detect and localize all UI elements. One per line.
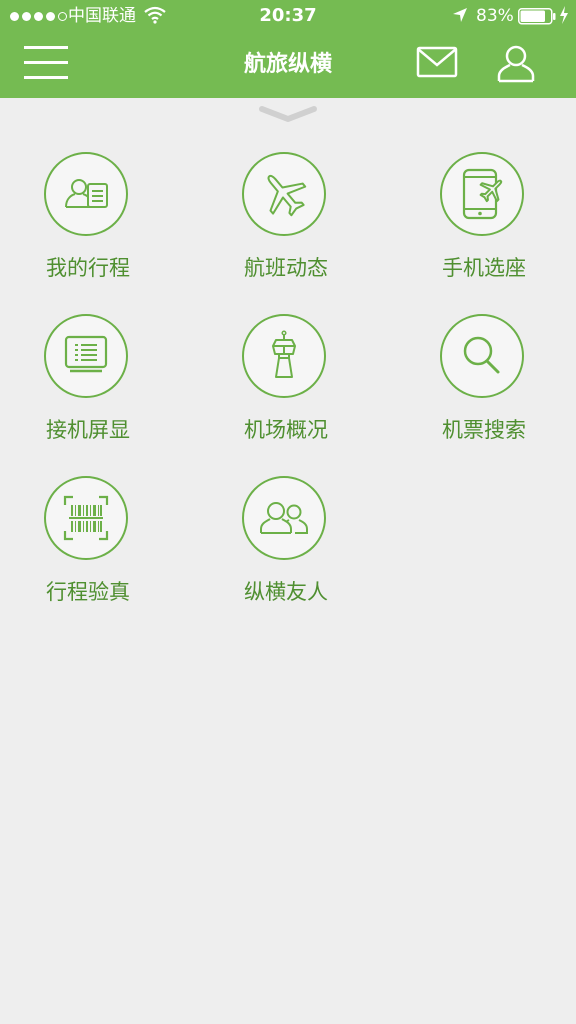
- messages-button[interactable]: [416, 46, 458, 78]
- tile-trip-verification[interactable]: 行程验真: [3, 476, 173, 626]
- header: 中国联通 20:37 83% 航旅纵横: [0, 0, 576, 98]
- airplane-icon: [267, 174, 307, 217]
- phone-airplane-icon: [462, 168, 503, 220]
- charging-bolt-icon: [559, 6, 569, 28]
- location-arrow-icon: [452, 7, 468, 29]
- tile-ticket-search[interactable]: 机票搜索: [399, 314, 569, 464]
- tile-my-trips[interactable]: 我的行程: [3, 152, 173, 302]
- tile-label: 机场概况: [244, 418, 328, 442]
- page-title: 航旅纵横: [243, 52, 332, 77]
- barcode-scan-icon: [63, 495, 109, 541]
- tile-label: 机票搜索: [442, 418, 526, 442]
- tile-arrival-display[interactable]: 接机屏显: [3, 314, 173, 464]
- tile-label: 行程验真: [46, 580, 130, 604]
- id-card-icon: [65, 179, 108, 208]
- status-bar: 中国联通 20:37 83%: [0, 0, 576, 32]
- control-tower-icon: [272, 330, 296, 378]
- tile-label: 接机屏显: [46, 418, 130, 442]
- battery-percentage: 83%: [476, 6, 514, 26]
- tile-label: 手机选座: [442, 256, 526, 280]
- pull-down-handle[interactable]: [258, 103, 318, 125]
- profile-button[interactable]: [496, 43, 536, 83]
- battery-icon: [518, 8, 556, 30]
- tile-friends[interactable]: 纵横友人: [201, 476, 371, 626]
- tile-label: 我的行程: [46, 256, 130, 280]
- tile-airport-overview[interactable]: 机场概况: [201, 314, 371, 464]
- tile-label: 纵横友人: [244, 580, 328, 604]
- friends-icon: [260, 502, 308, 534]
- tile-label: 航班动态: [244, 256, 328, 280]
- tile-flight-status[interactable]: 航班动态: [201, 152, 371, 302]
- chevron-down-icon: [259, 106, 317, 122]
- user-icon: [497, 45, 535, 83]
- display-screen-icon: [64, 335, 108, 373]
- search-icon: [463, 336, 500, 374]
- mail-icon: [416, 46, 458, 78]
- tile-mobile-seat-selection[interactable]: 手机选座: [399, 152, 569, 302]
